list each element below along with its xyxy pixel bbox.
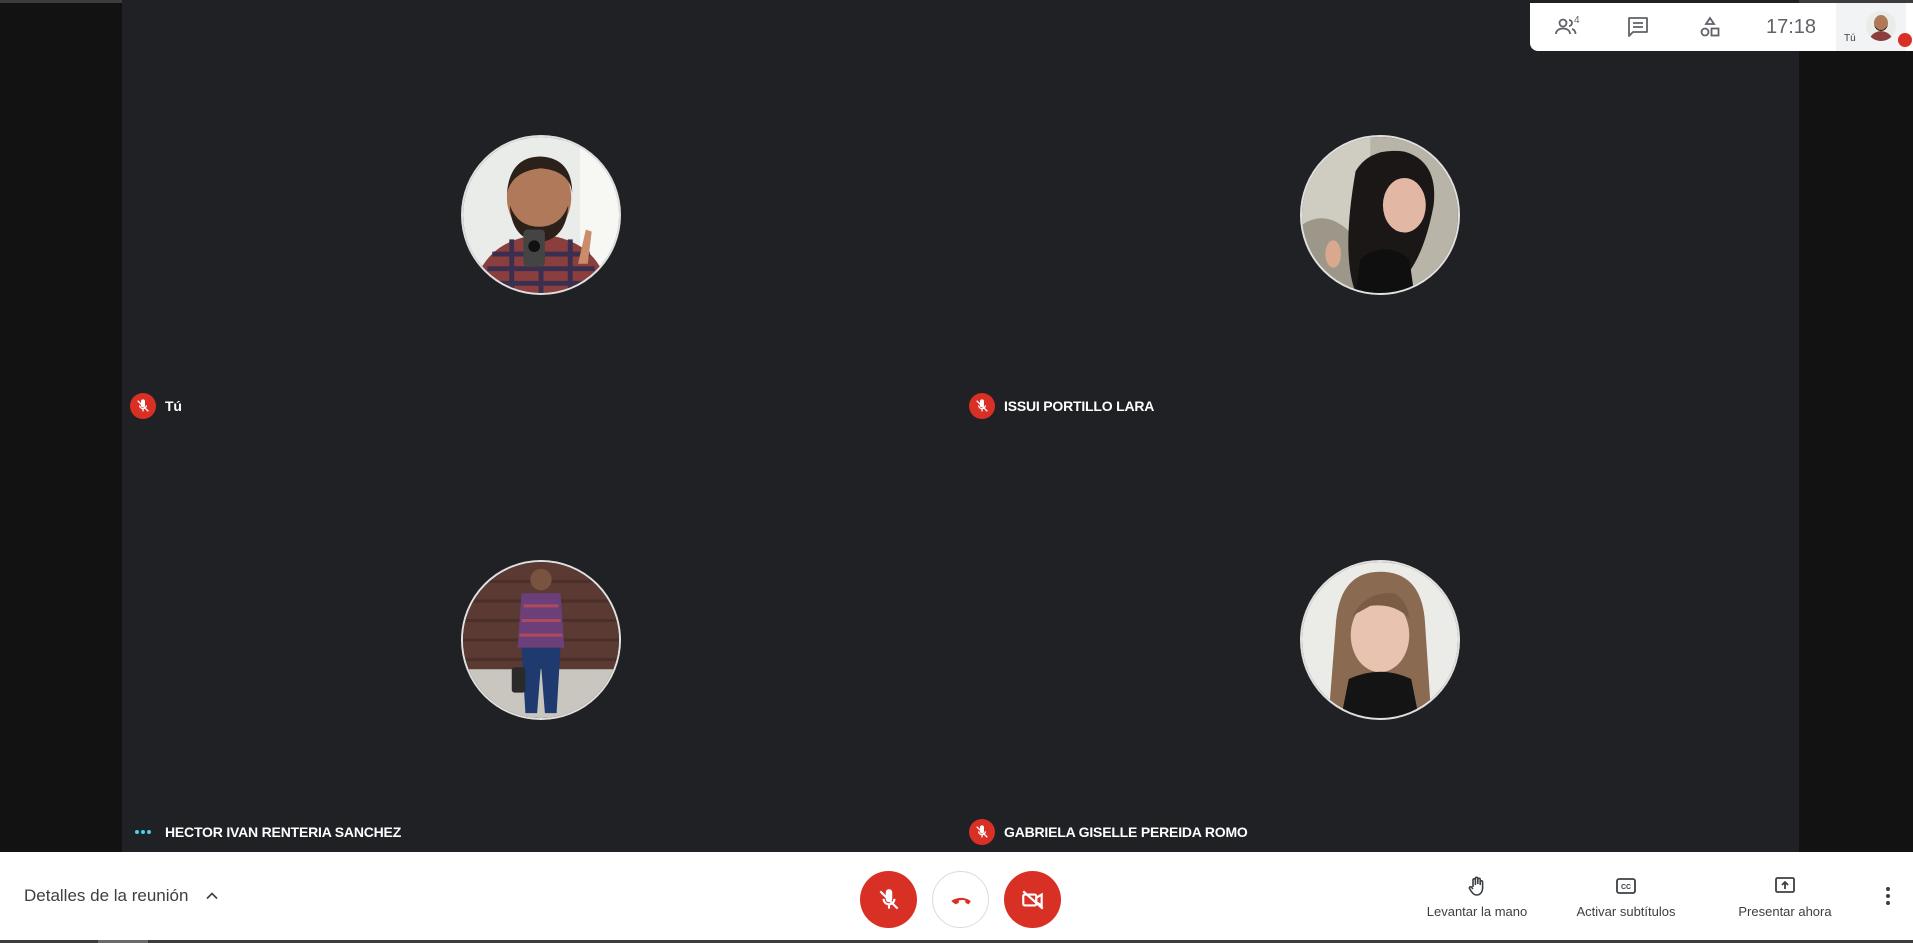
present-now-button[interactable]: Presentar ahora [1730,852,1840,940]
avatar-photo-icon [1302,562,1458,718]
avatar-photo-icon [463,137,619,293]
participant-avatar [461,560,621,720]
participant-name: ISSUI PORTILLO LARA [1004,398,1155,414]
mic-off-icon [130,393,156,419]
activities-button[interactable] [1674,3,1746,51]
participant-avatar [1300,135,1460,295]
avatar-photo-icon [1302,137,1458,293]
self-avatar [1866,11,1896,41]
participant-label: GABRIELA GISELLE PEREIDA ROMO [969,818,1248,846]
speaking-indicator-icon [130,819,156,845]
chat-button[interactable] [1602,3,1674,51]
participant-label: ISSUI PORTILLO LARA [969,392,1154,420]
present-screen-icon [1775,876,1795,893]
mic-off-icon [969,393,995,419]
captions-button[interactable]: CC Activar subtítulos [1566,852,1686,940]
leave-call-button[interactable] [932,871,989,928]
camera-off-icon [1021,890,1043,909]
participant-avatar [1300,560,1460,720]
camera-toggle-button[interactable] [1004,871,1061,928]
mic-toggle-button[interactable] [860,871,917,928]
hand-icon [1468,876,1484,896]
hang-up-icon [950,897,971,904]
mic-off-icon [1898,33,1912,47]
participant-tile[interactable]: GABRIELA GISELLE PEREIDA ROMO [961,426,1799,850]
participant-count: 4 [1574,15,1580,26]
participant-avatar [461,135,621,295]
participant-name: GABRIELA GISELLE PEREIDA ROMO [1004,824,1248,840]
closed-captions-icon: CC [1616,877,1636,894]
raise-hand-label: Levantar la mano [1426,903,1528,919]
activities-icon [1700,16,1720,37]
participant-tile[interactable]: Tú [122,0,960,424]
avatar-photo-icon [463,562,619,718]
meet-window: Tú ISSUI PORTILLO LARA HECTOR IVAN RENTE… [0,0,1913,943]
self-label: Tú [1844,33,1856,44]
participant-label: HECTOR IVAN RENTERIA SANCHEZ [130,818,401,846]
meeting-bottom-bar: Detalles de la reunión Levantar la mano … [0,852,1913,940]
participant-name: Tú [165,398,182,414]
meeting-details-label: Detalles de la reunión [24,886,189,905]
people-button[interactable]: 4 [1530,3,1602,51]
video-stage: Tú ISSUI PORTILLO LARA HECTOR IVAN RENTE… [122,0,1799,852]
self-preview[interactable]: Tú [1836,3,1912,51]
raise-hand-button[interactable]: Levantar la mano [1422,852,1532,940]
chat-icon [1628,17,1648,37]
mic-off-icon [879,888,898,909]
meeting-details-button[interactable]: Detalles de la reunión [24,852,222,940]
more-options-icon[interactable] [1876,874,1900,918]
mic-off-icon [969,819,995,845]
participant-tile[interactable]: HECTOR IVAN RENTERIA SANCHEZ [122,426,960,850]
svg-text:CC: CC [1621,884,1631,891]
participant-label: Tú [130,392,182,420]
present-now-label: Presentar ahora [1738,903,1832,919]
chevron-up-icon [206,892,219,900]
meeting-clock: 17:18 [1765,15,1817,38]
participant-tile[interactable]: ISSUI PORTILLO LARA [961,0,1799,424]
participant-name: HECTOR IVAN RENTERIA SANCHEZ [165,824,402,840]
meeting-top-toolbar: 4 17:18 Tú [1530,3,1913,51]
captions-label: Activar subtítulos [1576,903,1676,919]
